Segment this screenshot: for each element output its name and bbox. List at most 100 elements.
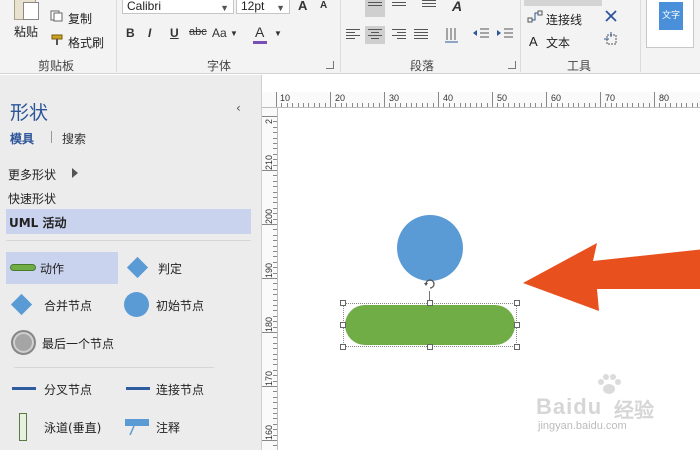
shape-label: 合并节点 [44,299,93,313]
resize-handle[interactable] [340,344,346,350]
initial-node-shape[interactable] [397,215,463,281]
close-icon[interactable] [604,9,618,23]
resize-handle[interactable] [340,300,346,306]
ruler-tick [416,103,418,107]
strikethrough-button[interactable]: abc [189,26,207,38]
text-effects-button[interactable]: A [452,0,462,14]
dialog-launcher-icon[interactable] [326,61,334,69]
connector-button[interactable]: 连接线 [546,11,582,28]
bar-icon [12,387,36,390]
text-direction-icon[interactable] [444,26,460,44]
shape-decision[interactable]: 判定 [124,252,244,284]
text-tool-button[interactable]: 文本 [546,34,570,51]
chevron-down-icon: ▼ [220,3,229,13]
diamond-icon [126,256,149,279]
ruler-tick [273,288,277,290]
stencil-uml-activity[interactable]: UML 活动 [6,209,251,234]
ruler-tick [273,359,277,360]
shape-fork-node[interactable]: 分叉节点 [6,373,118,405]
ruler-tick [273,348,277,350]
ruler-tick [273,305,277,306]
copy-icon[interactable] [50,10,64,22]
font-size-select[interactable]: 12pt ▼ [236,0,290,14]
tab-stencils[interactable]: 模具 [10,130,34,147]
resize-handle[interactable] [514,300,520,306]
align-right-icon[interactable] [392,29,406,41]
ruler-tick [594,103,596,107]
font-name-select[interactable]: Calibri ▼ [122,0,234,14]
resize-handle[interactable] [427,300,433,306]
align-center-icon[interactable] [365,26,385,44]
align-left-icon[interactable] [346,29,360,41]
connection-point-icon[interactable] [604,32,620,48]
ruler-tick [556,103,558,107]
chevron-down-icon[interactable]: ▼ [274,29,282,38]
tab-search[interactable]: 搜索 [62,130,86,147]
more-shapes-link[interactable]: 更多形状 [8,166,56,183]
ruler-tick [670,103,672,107]
resize-handle[interactable] [514,322,520,328]
ruler-tick [273,299,277,301]
paste-icon[interactable] [14,0,39,20]
paste-button[interactable]: 粘贴 [14,23,38,40]
action-node-selection[interactable] [340,300,520,350]
ruler-tick [273,429,277,431]
grow-font-button[interactable]: A [298,0,307,13]
ruler-tick [448,103,450,107]
shape-swimlane-vertical[interactable]: 泳道(垂直) [6,411,118,443]
resize-handle[interactable] [340,322,346,328]
shrink-font-button[interactable]: A [320,0,327,11]
align-middle-icon[interactable] [392,2,406,14]
dialog-launcher-icon[interactable] [508,61,516,69]
pointer-tool-button[interactable] [524,0,602,6]
underline-button[interactable]: U [170,26,179,40]
shape-action[interactable]: 动作 [6,252,118,284]
ruler-tick [273,369,277,371]
ruler-tick [273,342,277,344]
resize-handle[interactable] [514,344,520,350]
increase-indent-icon[interactable] [496,27,514,41]
ruler-tick [262,116,277,117]
font-name-value: Calibri [127,0,162,13]
ruler-tick [529,103,531,107]
quick-shapes-link[interactable]: 快速形状 [8,190,56,207]
ruler-tick [583,103,585,107]
text-tool-icon[interactable]: A [529,34,538,49]
resize-handle[interactable] [427,344,433,350]
ruler-tick [389,103,391,107]
format-painter-icon[interactable] [50,34,64,46]
text-style-label: 文字 [659,2,683,30]
shape-final-node[interactable]: 最后一个节点 [6,327,146,359]
format-painter-button[interactable]: 格式刷 [68,34,104,51]
chevron-down-icon[interactable]: ▼ [230,29,238,38]
ruler-tick [454,103,456,107]
ruler-tick [273,283,277,285]
chevron-right-icon[interactable] [72,168,78,178]
shape-merge-node[interactable]: 合并节点 [6,289,118,321]
ruler-tick [562,103,564,107]
ruler-tick [610,103,612,107]
font-color-button[interactable]: A [255,24,264,40]
font-group-label: 字体 [207,59,232,73]
shape-note[interactable]: 注释 [124,411,244,443]
justify-icon[interactable] [414,29,428,41]
bar-icon [126,387,150,390]
decrease-indent-icon[interactable] [472,27,490,41]
ruler-tick [384,92,385,107]
shape-initial-node[interactable]: 初始节点 [124,289,244,321]
copy-button[interactable]: 复制 [68,10,92,27]
ruler-tick [273,159,277,161]
ruler-tick [273,418,277,420]
align-top-icon[interactable] [365,0,385,17]
collapse-pane-button[interactable]: ‹ [236,101,241,115]
bullets-icon[interactable] [422,0,436,12]
rotate-handle-icon[interactable] [423,277,437,291]
bold-button[interactable]: B [126,26,135,40]
shape-join-node[interactable]: 连接节点 [124,373,244,405]
connector-icon[interactable] [527,10,543,24]
ruler-tick [340,103,342,107]
italic-button[interactable]: I [148,26,151,40]
change-case-button[interactable]: Aa [212,26,227,40]
text-style-button[interactable]: 文字 [646,0,694,48]
ruler-tick [524,103,526,107]
